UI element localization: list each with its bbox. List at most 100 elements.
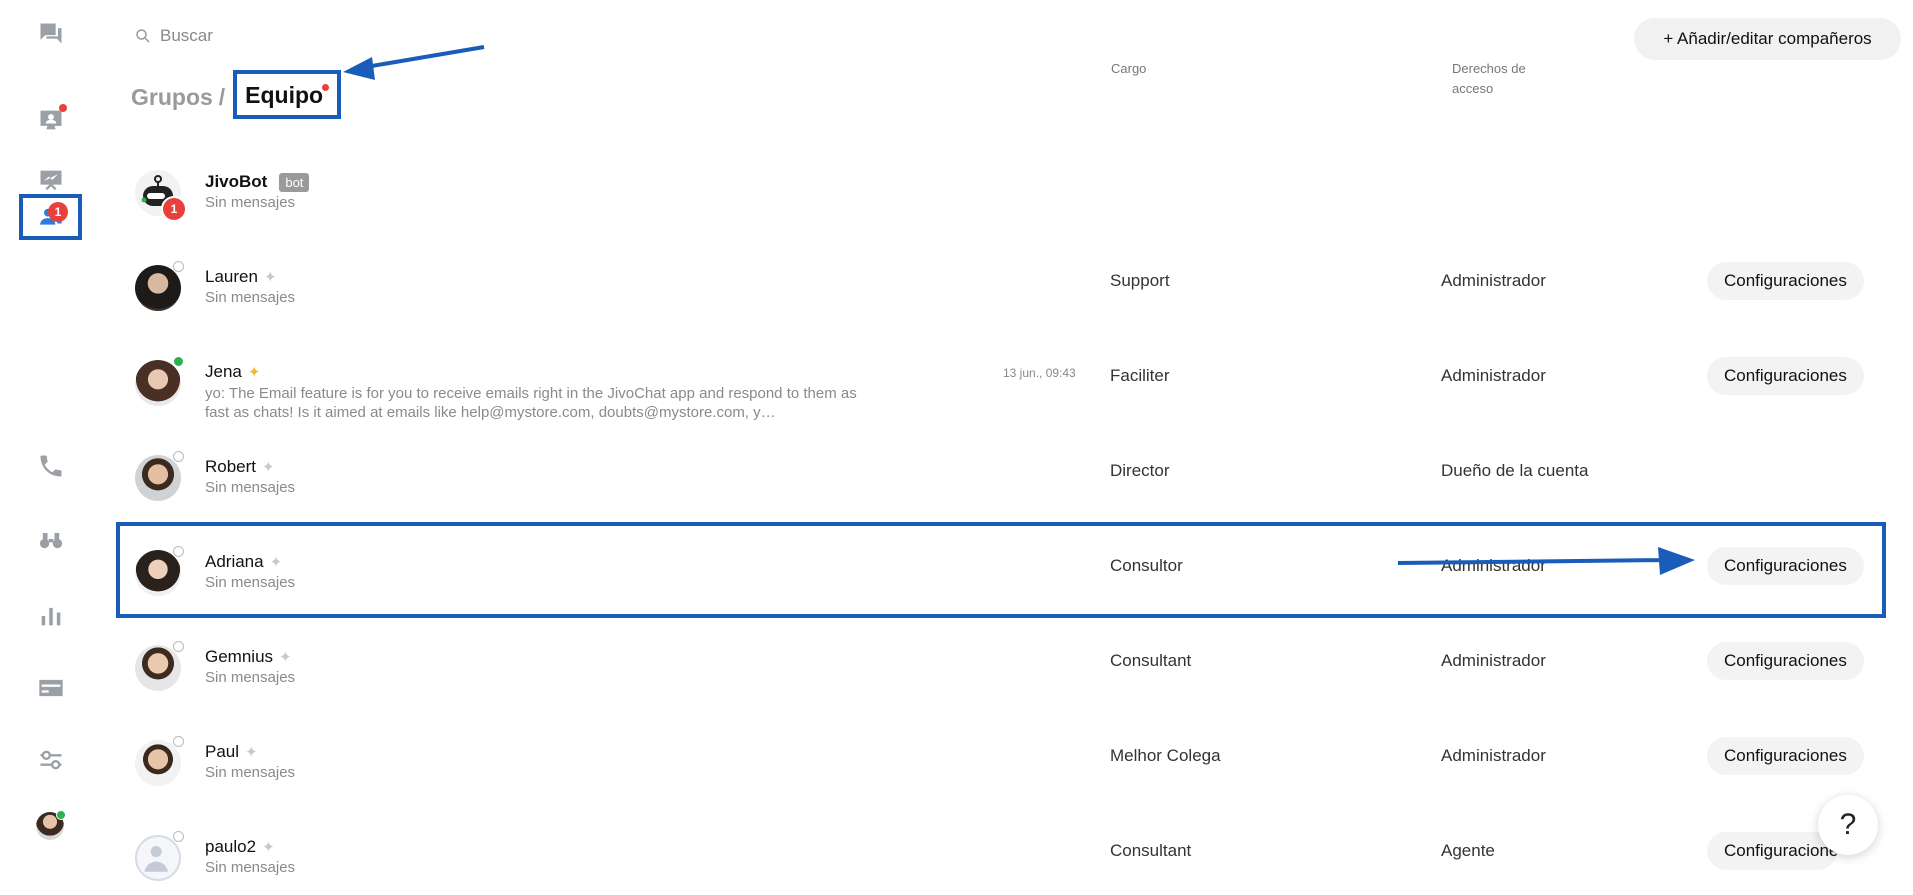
status-dot [173,546,184,557]
member-name-line: Gemnius ✦ [205,647,292,667]
settings-button[interactable]: Configuraciones [1707,357,1864,395]
search-icon [136,29,150,43]
chats-icon[interactable] [33,16,69,52]
avatar [135,356,184,406]
sparkle-icon: ✦ [262,839,275,856]
member-name: paulo2 [205,837,257,856]
online-status-dot [56,810,66,820]
breadcrumb-groups[interactable]: Grupos [131,84,213,111]
bot-subtitle: Sin mensajes [205,194,296,211]
team-icon[interactable]: 1 [19,194,82,240]
member-access: Agente [1441,841,1495,860]
presentation-icon[interactable] [33,162,69,198]
member-row[interactable]: Paul ✦ Sin mensajes Melhor Colega Adminis… [120,720,1900,800]
help-button[interactable]: ? [1818,795,1878,855]
member-role: Consultant [1110,651,1192,670]
settings-button[interactable]: Configuraciones [1707,262,1864,300]
team-notification-badge: 1 [48,202,68,222]
member-row[interactable]: paulo2 ✦ Sin mensajes Consultant Agente C… [120,815,1900,895]
member-row[interactable]: Robert ✦ Sin mensajes Director Dueño de l… [120,435,1900,515]
avatar [135,831,184,881]
billing-icon[interactable] [33,670,69,706]
bot-avatar: 1 [135,170,187,222]
breadcrumb-current: Equipo [233,70,342,119]
sparkle-icon: ✦ [245,744,258,761]
arrow-to-breadcrumb [359,45,485,70]
status-dot [173,736,184,747]
bot-notification-badge: 1 [161,196,187,222]
status-dot [173,356,184,367]
sparkle-icon: ✦ [263,269,277,286]
bot-tag: bot [279,172,310,192]
member-name: Gemnius [205,647,274,666]
member-name: Lauren [205,267,258,286]
avatar [135,736,184,786]
column-header-role: Cargo [1111,61,1147,76]
settings-button[interactable]: Configuraciones [1707,832,1837,870]
highlight-box-adriana-row [116,522,1886,618]
arrow-to-breadcrumb-head [343,57,375,80]
breadcrumb-team: Equipo [245,82,324,108]
member-name-line: Lauren ✦ [205,267,277,287]
status-dot [173,451,184,462]
message-preview: yo: The Email feature is for you to rece… [205,385,857,421]
default-avatar-icon [135,835,181,881]
current-user-avatar[interactable] [36,810,66,840]
status-dot [173,641,184,652]
visitors-icon[interactable] [33,102,69,138]
column-header-access-line1: Derechos de [1452,61,1526,76]
member-name: Robert [205,457,257,476]
breadcrumb: Grupos / Equipo [131,70,342,119]
status-dot [173,261,184,272]
sidebar: 1 [0,0,100,877]
column-header-access-line2: acceso [1452,81,1494,96]
sparkle-icon: ✦ [247,364,261,381]
member-role: Director [1110,461,1170,480]
bot-row[interactable]: 1 JivoBot bot Sin mensajes [120,150,1900,230]
member-role: Consultant [1110,841,1192,860]
binoculars-icon[interactable] [33,522,69,558]
member-name-line: Paul ✦ [205,742,258,762]
member-access: Administrador [1441,271,1546,290]
member-access: Dueño de la cuenta [1441,461,1589,480]
bot-name-line: JivoBot bot [205,172,310,192]
member-name: Jena [205,362,242,381]
member-name: Paul [205,742,240,761]
reports-icon[interactable] [33,598,69,634]
add-edit-members-button[interactable]: + Añadir/editar compañeros [1634,18,1901,60]
member-row[interactable]: Jena ✦ yo: The Email feature is for you t… [120,340,1900,421]
member-subtitle: Sin mensajes [205,669,296,686]
member-access: Administrador [1441,651,1546,670]
member-subtitle: Sin mensajes [205,764,296,781]
avatar [135,451,184,501]
breadcrumb-separator: / [218,84,226,110]
settings-button[interactable]: Configuraciones [1707,737,1864,775]
member-subtitle: Sin mensajes [205,479,296,496]
phone-icon[interactable] [33,448,69,484]
settings-sliders-icon[interactable] [33,742,69,778]
breadcrumb-notification-dot [322,84,330,91]
member-name-line: Jena ✦ [205,362,260,382]
member-access: Administrador [1441,366,1546,385]
member-name-line: Robert ✦ [205,457,275,477]
avatar [135,261,184,311]
member-role: Melhor Colega [1110,746,1221,765]
member-row[interactable]: Lauren ✦ Sin mensajes Support Administrad… [120,245,1900,325]
search-bar[interactable]: Buscar [134,26,213,46]
status-dot [173,831,184,842]
settings-button[interactable]: Configuraciones [1707,642,1864,680]
member-role: Support [1110,271,1170,290]
sparkle-icon: ✦ [262,459,275,476]
member-row[interactable]: Gemnius ✦ Sin mensajes Consultant Adminis… [120,625,1900,705]
column-header-access: Derechos de acceso [1452,59,1526,99]
member-role: Faciliter [1110,366,1170,385]
search-placeholder[interactable]: Buscar [160,26,213,46]
bot-name: JivoBot [205,172,268,191]
visitors-notification-dot [59,104,67,112]
avatar [135,641,184,691]
message-time: 13 jun., 09:43 [1003,366,1076,380]
member-subtitle: Sin mensajes [205,859,296,876]
member-name-line: paulo2 ✦ [205,837,275,857]
member-access: Administrador [1441,746,1546,765]
sparkle-icon: ✦ [279,649,292,666]
